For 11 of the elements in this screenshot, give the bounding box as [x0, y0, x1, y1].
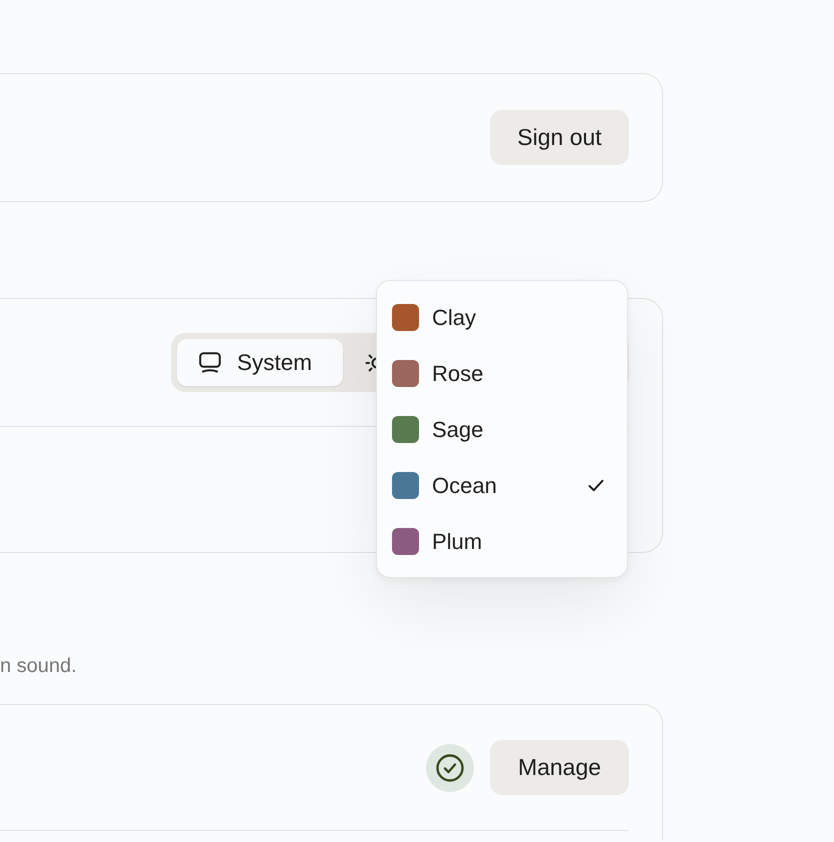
color-menu-item[interactable]: Clay [377, 289, 627, 345]
hint-text: n sound. [0, 654, 78, 678]
theme-option[interactable]: System [177, 339, 343, 386]
checkmark-icon [588, 478, 604, 492]
color-menu-item[interactable]: Rose [377, 345, 627, 401]
monitor-icon [199, 352, 221, 373]
color-menu-item[interactable]: Ocean [377, 457, 627, 513]
sign-out-button[interactable]: Sign out [490, 110, 629, 165]
color-menu-item[interactable]: Sage [377, 401, 627, 457]
manage-button[interactable]: Manage [490, 740, 629, 795]
color-menu-item[interactable]: Plum [377, 513, 627, 569]
